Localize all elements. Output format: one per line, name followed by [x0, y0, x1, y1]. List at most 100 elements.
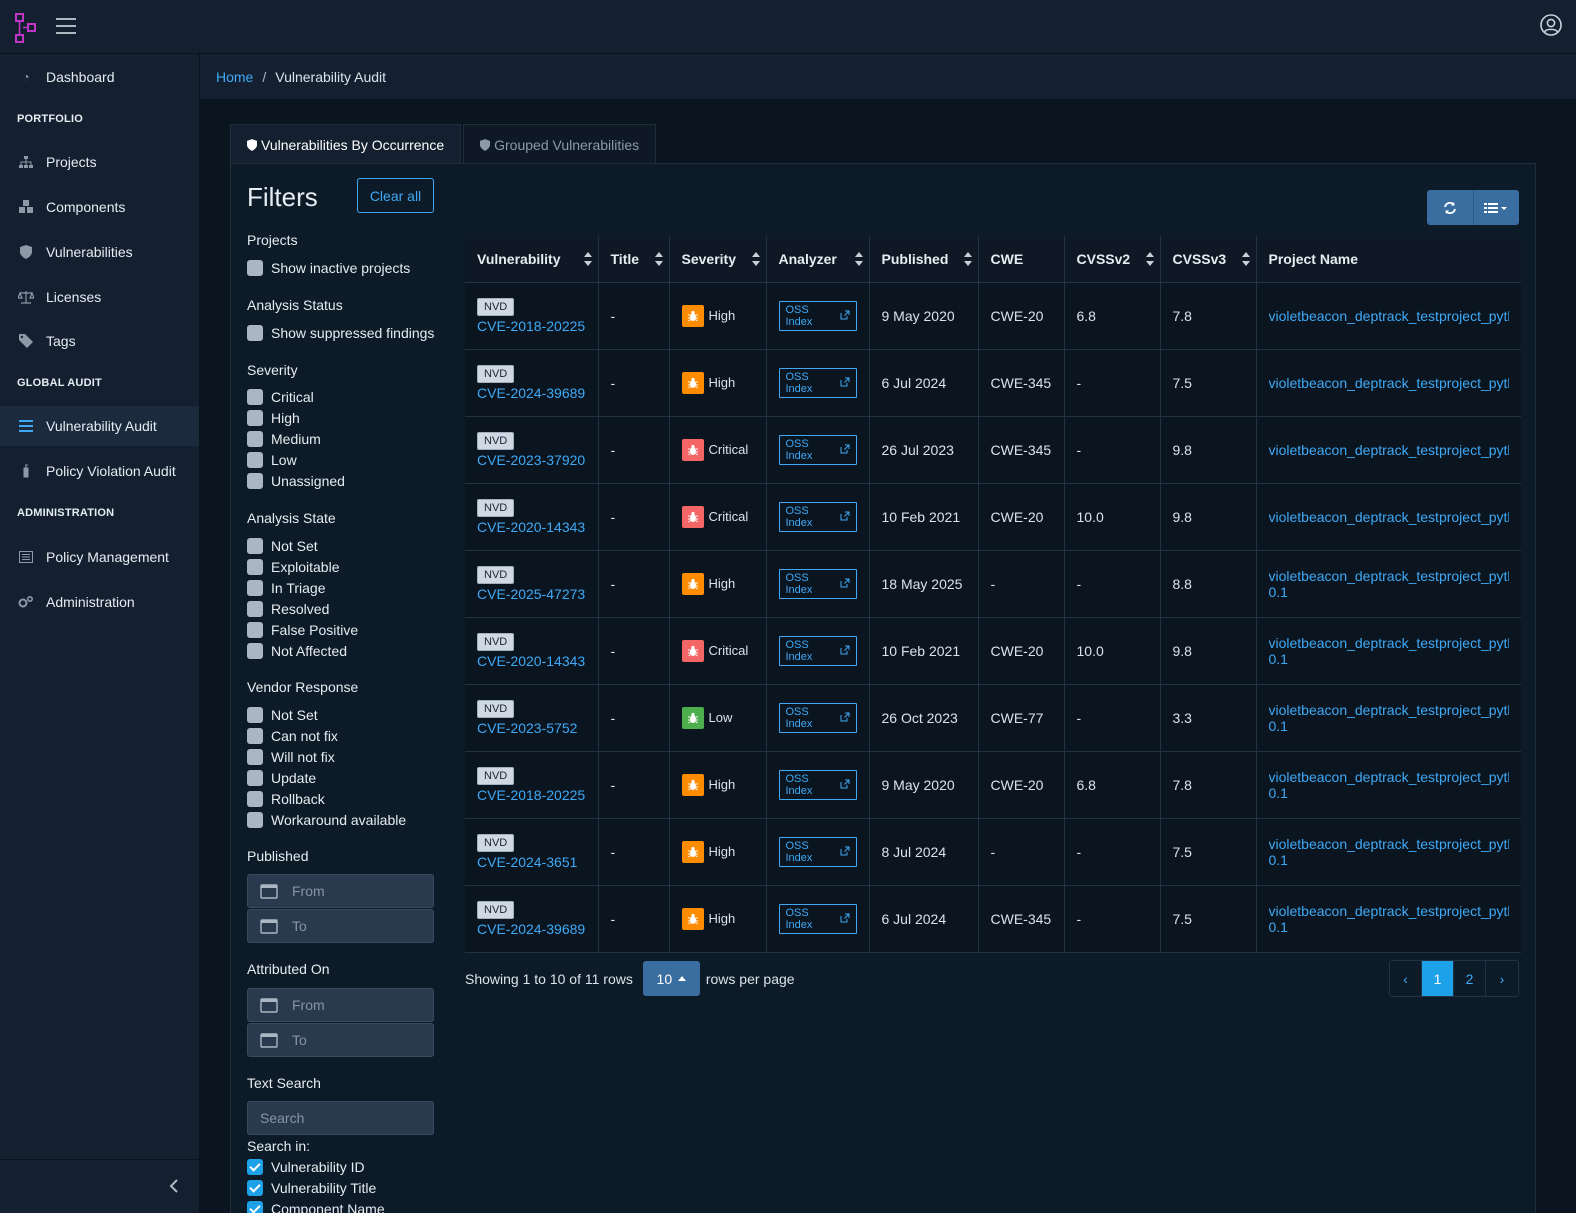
vendor-workaround-checkbox[interactable]: Workaround available	[247, 810, 406, 830]
sidebar-item-administration[interactable]: Administration	[0, 582, 199, 622]
text-search-input[interactable]	[247, 1101, 434, 1135]
project-name-link[interactable]: violetbeacon_deptrack_testproject_pytho	[1269, 836, 1510, 852]
analysis-false-positive-checkbox[interactable]: False Positive	[247, 620, 358, 640]
columns-dropdown-button[interactable]	[1472, 190, 1520, 225]
sidebar-item-policy-management[interactable]: Policy Management	[0, 537, 199, 577]
attributed-from-input[interactable]: From	[247, 988, 434, 1022]
analyzer-link[interactable]: OSS Index	[778, 301, 857, 331]
column-header-cvssv2[interactable]: CVSSv2	[1064, 236, 1161, 283]
cell-vulnerability: NVD CVE-2024-39689	[465, 885, 599, 953]
published-from-input[interactable]: From	[247, 874, 434, 908]
vulnerability-id-link[interactable]: CVE-2018-20225	[477, 787, 586, 803]
external-link-icon	[837, 511, 850, 524]
column-header-severity[interactable]: Severity	[669, 236, 767, 283]
analyzer-link[interactable]: OSS Index	[778, 770, 857, 800]
analyzer-link[interactable]: OSS Index	[778, 703, 857, 733]
clear-all-button[interactable]: Clear all	[357, 178, 434, 213]
project-version-link[interactable]: 0.1	[1269, 919, 1510, 935]
project-version-link[interactable]: 0.1	[1269, 785, 1510, 801]
tab-grouped-vulnerabilities[interactable]: Grouped Vulnerabilities	[463, 124, 657, 164]
search-vulnerability-title-checkbox[interactable]: Vulnerability Title	[247, 1178, 376, 1198]
pagination-page-1[interactable]: 1	[1422, 961, 1454, 996]
analyzer-link[interactable]: OSS Index	[778, 837, 857, 867]
project-version-link[interactable]: 0.1	[1269, 584, 1510, 600]
sidebar-item-vulnerability-audit[interactable]: Vulnerability Audit	[0, 406, 199, 446]
analyzer-link[interactable]: OSS Index	[778, 502, 857, 532]
analyzer-link[interactable]: OSS Index	[778, 904, 857, 934]
vendor-update-checkbox[interactable]: Update	[247, 768, 316, 788]
vulnerability-id-link[interactable]: CVE-2020-14343	[477, 653, 586, 669]
project-version-link[interactable]: 0.1	[1269, 718, 1510, 734]
search-vulnerability-id-checkbox[interactable]: Vulnerability ID	[247, 1157, 365, 1177]
hamburger-menu-icon[interactable]	[56, 18, 76, 34]
analysis-exploitable-checkbox[interactable]: Exploitable	[247, 557, 340, 577]
table-row: NVD CVE-2024-39689- High OSS Index 6 Jul 202…	[465, 885, 1521, 953]
column-header-published[interactable]: Published	[869, 236, 979, 283]
app-logo-icon[interactable]	[14, 12, 38, 44]
attributed-to-input[interactable]: To	[247, 1023, 434, 1057]
vulnerability-id-link[interactable]: CVE-2024-39689	[477, 921, 586, 937]
sidebar-item-licenses[interactable]: Licenses	[0, 277, 199, 317]
project-name-link[interactable]: violetbeacon_deptrack_testproject_pytho	[1269, 702, 1510, 718]
show-suppressed-findings-checkbox[interactable]: Show suppressed findings	[247, 323, 434, 343]
vulnerability-id-link[interactable]: CVE-2025-47273	[477, 586, 586, 602]
pagination-page-2[interactable]: 2	[1454, 961, 1486, 996]
project-name-link[interactable]: violetbeacon_deptrack_testproject_pytho	[1269, 375, 1510, 391]
vendor-can-not-fix-checkbox[interactable]: Can not fix	[247, 726, 338, 746]
analyzer-link[interactable]: OSS Index	[778, 368, 857, 398]
breadcrumb-home-link[interactable]: Home	[216, 69, 253, 85]
project-name-link[interactable]: violetbeacon_deptrack_testproject_pytho	[1269, 635, 1510, 651]
chevron-left-icon[interactable]	[169, 1178, 179, 1199]
project-name-link[interactable]: violetbeacon_deptrack_testproject_pytho	[1269, 903, 1510, 919]
vendor-rollback-checkbox[interactable]: Rollback	[247, 789, 325, 809]
vulnerability-id-link[interactable]: CVE-2024-3651	[477, 854, 586, 870]
user-profile-icon[interactable]	[1540, 14, 1562, 36]
severity-low-checkbox[interactable]: Low	[247, 450, 297, 470]
column-header-title[interactable]: Title	[598, 236, 670, 283]
published-to-input[interactable]: To	[247, 909, 434, 943]
vulnerability-id-link[interactable]: CVE-2024-39689	[477, 385, 586, 401]
sidebar-item-projects[interactable]: Projects	[0, 142, 199, 182]
project-version-link[interactable]: 0.1	[1269, 852, 1510, 868]
sidebar-item-tags[interactable]: Tags	[0, 321, 199, 361]
sidebar-item-policy-violation-audit[interactable]: Policy Violation Audit	[0, 451, 199, 491]
vulnerability-id-link[interactable]: CVE-2023-37920	[477, 452, 586, 468]
project-version-link[interactable]: 0.1	[1269, 651, 1510, 667]
vendor-will-not-fix-checkbox[interactable]: Will not fix	[247, 747, 335, 767]
analyzer-link[interactable]: OSS Index	[778, 636, 857, 666]
analysis-not-set-checkbox[interactable]: Not Set	[247, 536, 318, 556]
analyzer-link[interactable]: OSS Index	[778, 435, 857, 465]
severity-critical-checkbox[interactable]: Critical	[247, 387, 314, 407]
analyzer-link[interactable]: OSS Index	[778, 569, 857, 599]
vulnerability-id-link[interactable]: CVE-2023-5752	[477, 720, 586, 736]
refresh-button[interactable]	[1427, 190, 1473, 225]
search-component-name-checkbox[interactable]: Component Name	[247, 1199, 385, 1213]
severity-label: High	[708, 844, 736, 859]
calendar-icon	[260, 998, 278, 1013]
vendor-not-set-checkbox[interactable]: Not Set	[247, 705, 318, 725]
column-header-analyzer[interactable]: Analyzer	[766, 236, 870, 283]
project-name-link[interactable]: violetbeacon_deptrack_testproject_pytho	[1269, 308, 1510, 324]
project-name-link[interactable]: violetbeacon_deptrack_testproject_pytho	[1269, 509, 1510, 525]
severity-high-checkbox[interactable]: High	[247, 408, 300, 428]
analysis-in-triage-checkbox[interactable]: In Triage	[247, 578, 325, 598]
tab-vulnerabilities-by-occurrence[interactable]: Vulnerabilities By Occurrence	[230, 124, 462, 164]
severity-medium-checkbox[interactable]: Medium	[247, 429, 321, 449]
vulnerability-id-link[interactable]: CVE-2020-14343	[477, 519, 586, 535]
sidebar-item-vulnerabilities[interactable]: Vulnerabilities	[0, 232, 199, 272]
project-name-link[interactable]: violetbeacon_deptrack_testproject_pytho	[1269, 769, 1510, 785]
severity-unassigned-checkbox[interactable]: Unassigned	[247, 471, 345, 491]
rows-per-page-dropdown[interactable]: 10	[642, 961, 700, 996]
sidebar-item-dashboard[interactable]: ◔ Dashboard	[0, 57, 199, 97]
sidebar-item-components[interactable]: Components	[0, 187, 199, 227]
column-header-vulnerability[interactable]: Vulnerability	[465, 236, 599, 283]
column-header-cvssv3[interactable]: CVSSv3	[1160, 236, 1257, 283]
vulnerability-id-link[interactable]: CVE-2018-20225	[477, 318, 586, 334]
pagination-next[interactable]: ›	[1486, 961, 1518, 996]
show-inactive-projects-checkbox[interactable]: Show inactive projects	[247, 258, 410, 278]
analysis-resolved-checkbox[interactable]: Resolved	[247, 599, 329, 619]
project-name-link[interactable]: violetbeacon_deptrack_testproject_pytho	[1269, 568, 1510, 584]
project-name-link[interactable]: violetbeacon_deptrack_testproject_pytho	[1269, 442, 1510, 458]
pagination-prev[interactable]: ‹	[1390, 961, 1422, 996]
analysis-not-affected-checkbox[interactable]: Not Affected	[247, 641, 347, 661]
